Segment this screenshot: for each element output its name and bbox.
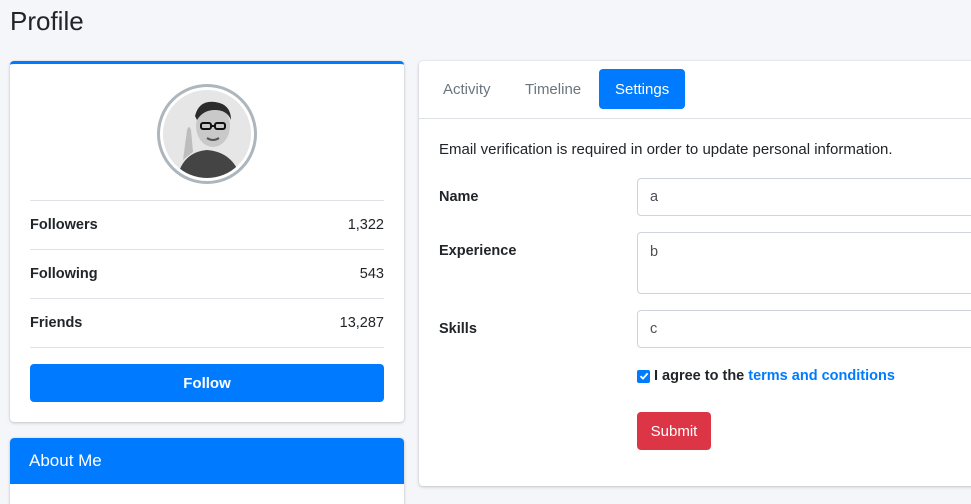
stat-followers: Followers 1,322 xyxy=(30,201,384,250)
terms-link[interactable]: terms and conditions xyxy=(748,368,895,384)
tabs-bar: Activity Timeline Settings xyxy=(419,61,971,119)
stat-value: 1,322 xyxy=(347,217,384,233)
agree-checkbox[interactable] xyxy=(637,369,650,383)
stat-label: Followers xyxy=(30,217,98,233)
agree-text: I agree to the xyxy=(654,368,745,384)
tab-settings[interactable]: Settings xyxy=(599,69,686,109)
stat-label: Friends xyxy=(30,315,83,331)
avatar-image xyxy=(163,90,251,178)
settings-card: Activity Timeline Settings Email verific… xyxy=(419,61,971,486)
name-input[interactable]: a xyxy=(637,178,971,216)
skills-label: Skills xyxy=(439,321,477,337)
experience-textarea[interactable]: b xyxy=(637,232,971,294)
stat-value: 13,287 xyxy=(339,315,384,331)
name-label: Name xyxy=(439,189,479,205)
stat-friends: Friends 13,287 xyxy=(30,299,384,348)
page-title: Profile xyxy=(10,6,84,36)
agree-row: I agree to the terms and conditions xyxy=(637,368,895,384)
stats-list: Followers 1,322 Following 543 Friends 13… xyxy=(30,200,384,348)
stat-following: Following 543 xyxy=(30,250,384,299)
tab-timeline[interactable]: Timeline xyxy=(509,69,597,109)
about-card: About Me xyxy=(10,438,404,504)
about-header: About Me xyxy=(10,438,404,484)
submit-button[interactable]: Submit xyxy=(637,412,711,450)
avatar xyxy=(157,84,257,184)
profile-card: Followers 1,322 Following 543 Friends 13… xyxy=(10,61,404,422)
stat-value: 543 xyxy=(359,266,384,282)
tab-activity[interactable]: Activity xyxy=(427,69,507,109)
stat-label: Following xyxy=(30,266,98,282)
follow-button[interactable]: Follow xyxy=(30,364,384,402)
experience-label: Experience xyxy=(439,243,517,259)
verification-notice: Email verification is required in order … xyxy=(439,141,893,158)
skills-input[interactable]: c xyxy=(637,310,971,348)
check-icon xyxy=(639,372,648,380)
